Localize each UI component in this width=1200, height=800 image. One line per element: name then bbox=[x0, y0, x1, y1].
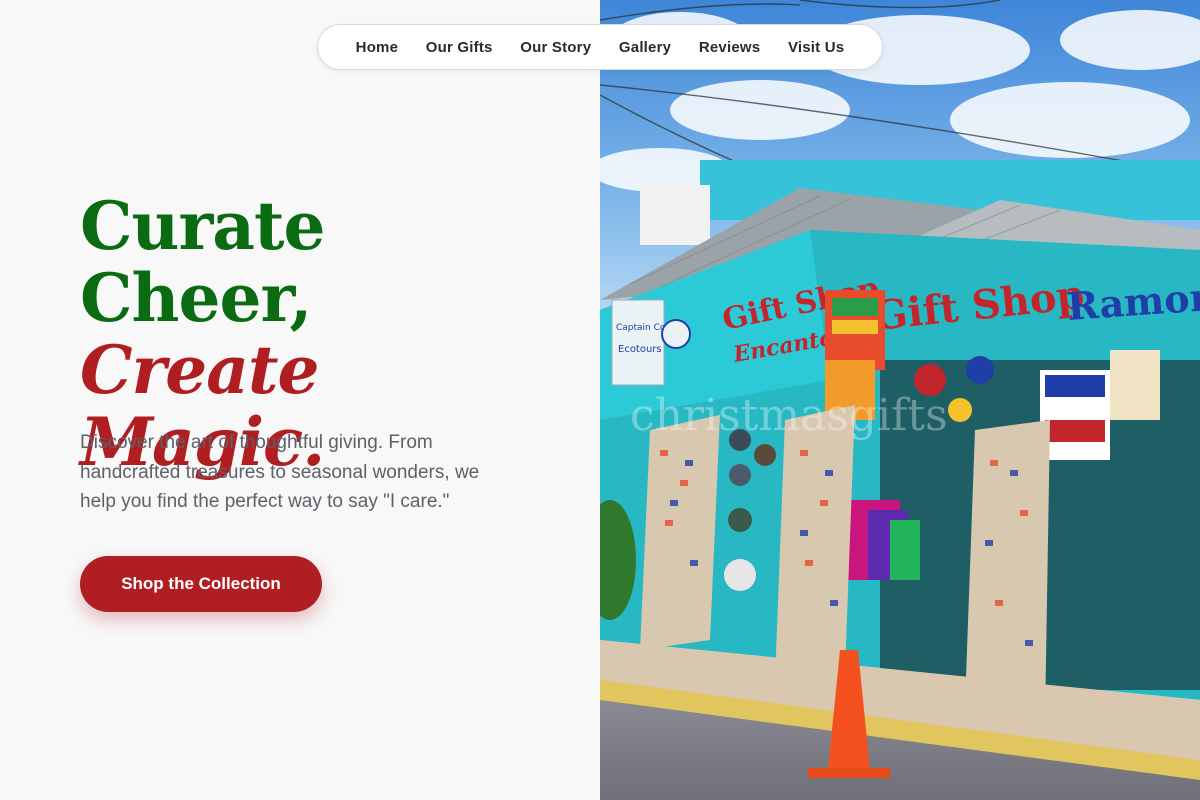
white-building bbox=[640, 185, 710, 245]
nav-visit-us[interactable]: Visit Us bbox=[788, 39, 844, 56]
photo-watermark: christmasgifts bbox=[630, 390, 948, 441]
shop-the-collection-button[interactable]: Shop the Collection bbox=[80, 556, 322, 612]
nav-our-gifts[interactable]: Our Gifts bbox=[426, 39, 493, 56]
sign-ramon: Ramon bbox=[1065, 274, 1200, 329]
hero-photo-gift-shop: Gift Shop Encanto Gift Shop Ramon Captai… bbox=[600, 0, 1200, 800]
magnet-board-center bbox=[775, 405, 855, 680]
hero-section: Curate Cheer, Create Magic. Discover the… bbox=[0, 0, 600, 800]
magnet-board-left bbox=[640, 415, 720, 650]
round-logo bbox=[661, 319, 691, 349]
headline-line-cheer: Cheer, bbox=[80, 259, 312, 337]
nav-gallery[interactable]: Gallery bbox=[619, 39, 671, 56]
nav-reviews[interactable]: Reviews bbox=[699, 39, 760, 56]
headline-line-curate: Curate bbox=[80, 187, 326, 265]
nav-our-story[interactable]: Our Story bbox=[520, 39, 591, 56]
gift-shop-illustration: Gift Shop Encanto Gift Shop Ramon Captai… bbox=[600, 0, 1200, 800]
sign-ecotours: Ecotours bbox=[618, 344, 662, 355]
ecotours-sign-board bbox=[611, 299, 665, 386]
magnet-board-right bbox=[965, 420, 1050, 720]
nav-home[interactable]: Home bbox=[356, 39, 398, 56]
main-nav: Home Our Gifts Our Story Gallery Reviews… bbox=[317, 24, 883, 70]
hero-description: Discover the art of thoughtful giving. F… bbox=[80, 432, 480, 512]
